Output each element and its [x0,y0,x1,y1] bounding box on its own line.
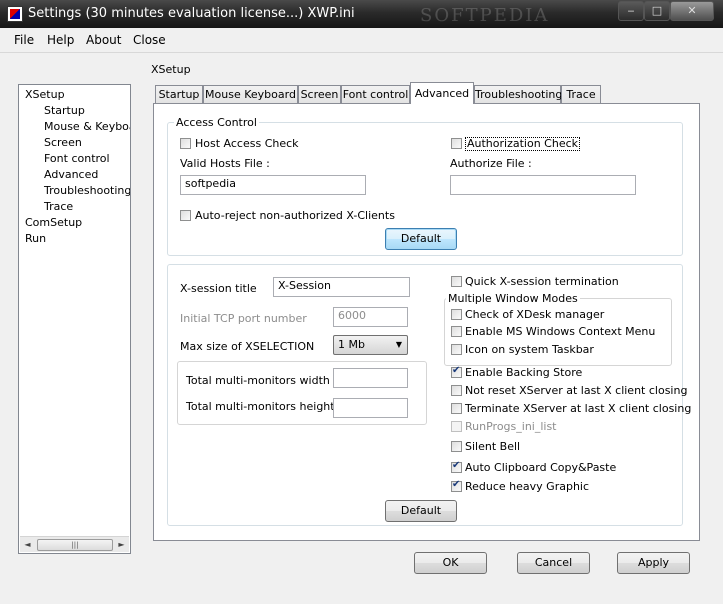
quick-termination-label[interactable]: Quick X-session termination [465,275,619,288]
authorization-check-label[interactable]: Authorization Check [465,137,581,151]
host-access-check-label[interactable]: Host Access Check [195,137,299,150]
tab-advanced[interactable]: Advanced [410,82,474,104]
menu-help[interactable]: Help [47,33,74,47]
maximize-button[interactable]: □ [644,1,670,21]
check-xdesk-checkbox[interactable] [451,309,462,320]
window-title: Settings (30 minutes evaluation license.… [28,6,355,21]
tree-item-screen[interactable]: Screen [44,136,82,149]
scroll-right-icon[interactable]: ► [114,537,129,552]
minimize-button[interactable]: ‒ [618,1,644,21]
xsession-title-input[interactable]: X-Session [273,277,410,297]
monitors-width-input[interactable] [333,368,408,388]
tab-screen[interactable]: Screen [298,85,341,103]
tree-item-startup[interactable]: Startup [44,104,85,117]
multiple-window-modes-label: Multiple Window Modes [446,292,580,305]
tree-item-mouse-keyboard[interactable]: Mouse & Keyboard [44,120,130,133]
not-reset-checkbox[interactable] [451,385,462,396]
silent-bell-checkbox[interactable] [451,441,462,452]
tree-horizontal-scrollbar[interactable]: ◄ ||| ► [20,536,129,552]
xselection-value: 1 Mb [338,338,365,351]
valid-hosts-file-input[interactable]: softpedia [180,175,366,195]
tree-item-troubleshooting[interactable]: Troubleshooting [44,184,130,197]
auto-reject-label[interactable]: Auto-reject non-authorized X-Clients [195,209,395,222]
authorize-file-label: Authorize File : [450,157,532,170]
menu-file[interactable]: File [14,33,34,47]
monitors-height-label: Total multi-monitors height [186,400,335,413]
xsession-title-label: X-session title [180,282,257,295]
ok-button[interactable]: OK [414,552,487,574]
authorize-file-input[interactable] [450,175,636,195]
tcp-port-input[interactable]: 6000 [333,307,408,327]
tcp-port-label: Initial TCP port number [180,312,307,325]
reduce-graphic-checkbox[interactable] [451,479,462,492]
icon-taskbar-checkbox[interactable] [451,344,462,355]
runprogs-label[interactable]: RunProgs_ini_list [465,420,557,433]
menu-bar: File Help About Close [0,28,723,53]
runprogs-checkbox[interactable] [451,421,462,432]
auto-clipboard-checkbox[interactable] [451,460,462,473]
cancel-button[interactable]: Cancel [517,552,590,574]
terminate-label[interactable]: Terminate XServer at last X client closi… [465,402,691,415]
terminate-checkbox[interactable] [451,403,462,414]
menu-close[interactable]: Close [133,33,166,47]
quick-termination-checkbox[interactable] [451,276,462,287]
title-bar[interactable]: Settings (30 minutes evaluation license.… [0,0,723,28]
monitors-width-label: Total multi-monitors width [186,374,330,387]
settings-tree[interactable]: XSetup Startup Mouse & Keyboard Screen F… [18,84,131,554]
auto-clipboard-label[interactable]: Auto Clipboard Copy&Paste [465,461,616,474]
tab-trace[interactable]: Trace [561,85,601,103]
access-control-default-button[interactable]: Default [385,228,457,250]
ms-context-menu-checkbox[interactable] [451,326,462,337]
ms-context-menu-label[interactable]: Enable MS Windows Context Menu [465,325,655,338]
session-default-button[interactable]: Default [385,500,457,522]
valid-hosts-file-label: Valid Hosts File : [180,157,270,170]
host-access-check-checkbox[interactable] [180,138,191,149]
section-title: XSetup [151,63,191,76]
tab-troubleshooting[interactable]: Troubleshooting [474,85,562,103]
not-reset-label[interactable]: Not reset XServer at last X client closi… [465,384,687,397]
tree-item-xsetup[interactable]: XSetup [25,88,65,101]
chevron-down-icon: ▼ [395,340,402,349]
close-window-button[interactable]: ✕ [670,1,714,21]
tab-font-control[interactable]: Font control [341,85,410,103]
backing-store-label[interactable]: Enable Backing Store [465,366,582,379]
xselection-select[interactable]: 1 Mb ▼ [333,335,408,355]
scroll-thumb[interactable]: ||| [37,539,113,551]
check-xdesk-label[interactable]: Check of XDesk manager [465,308,604,321]
menu-about[interactable]: About [86,33,121,47]
icon-taskbar-label[interactable]: Icon on system Taskbar [465,343,594,356]
softpedia-watermark: SOFTPEDIA [420,5,550,26]
reduce-graphic-label[interactable]: Reduce heavy Graphic [465,480,589,493]
apply-button[interactable]: Apply [617,552,690,574]
tree-item-font-control[interactable]: Font control [44,152,110,165]
app-icon[interactable] [7,6,23,22]
xselection-label: Max size of XSELECTION [180,340,315,353]
authorization-check-checkbox[interactable] [451,138,462,149]
access-control-label: Access Control [174,116,259,129]
tree-item-comsetup[interactable]: ComSetup [25,216,82,229]
silent-bell-label[interactable]: Silent Bell [465,440,520,453]
monitors-height-input[interactable] [333,398,408,418]
tree-item-run[interactable]: Run [25,232,46,245]
tab-startup[interactable]: Startup [155,85,203,103]
tab-mouse-keyboard[interactable]: Mouse Keyboard [203,85,298,103]
backing-store-checkbox[interactable] [451,365,462,378]
scroll-left-icon[interactable]: ◄ [20,537,35,552]
tree-item-advanced[interactable]: Advanced [44,168,98,181]
tree-item-trace[interactable]: Trace [44,200,73,213]
auto-reject-checkbox[interactable] [180,210,191,221]
